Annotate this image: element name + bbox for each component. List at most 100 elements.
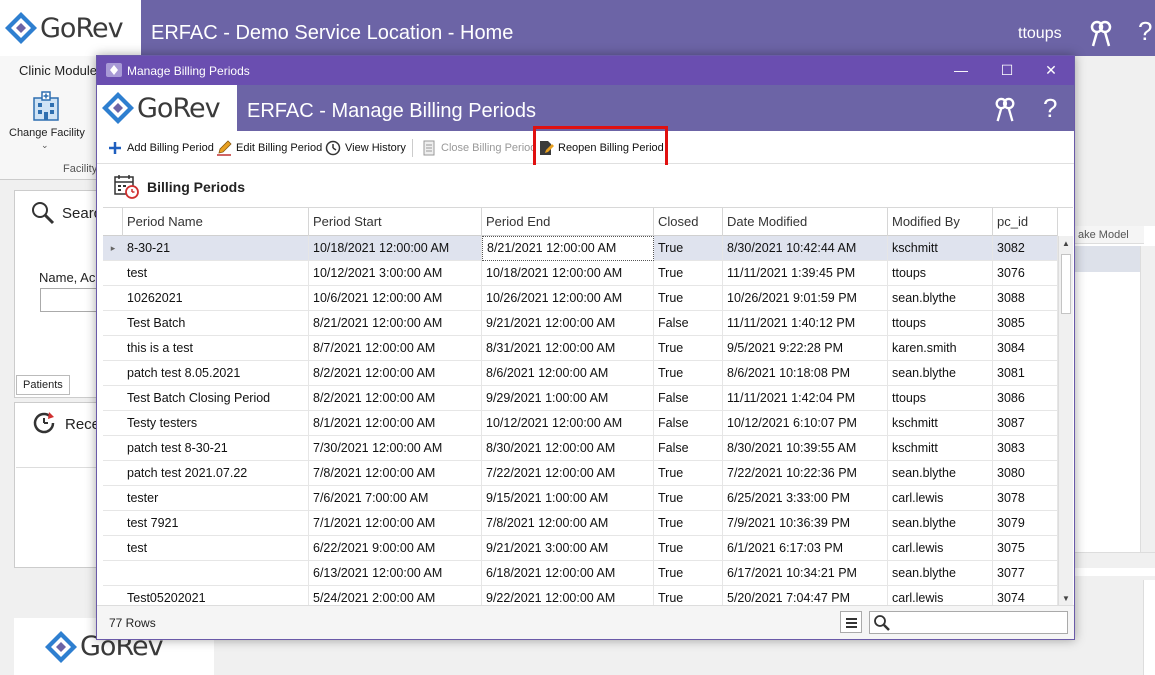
close-billing-period-button[interactable]: Close Billing Period	[421, 138, 536, 158]
table-row[interactable]: Test Batch 8/21/2021 12:00:00 AM 9/21/2021…	[103, 311, 1058, 336]
row-indicator[interactable]	[103, 361, 123, 386]
hamburger-menu-icon[interactable]	[840, 611, 862, 633]
cell-date-modified[interactable]: 10/26/2021 9:01:59 PM	[723, 286, 888, 311]
cell-pc-id[interactable]: 3085	[993, 311, 1058, 336]
cell-period-start[interactable]: 7/6/2021 7:00:00 AM	[309, 486, 482, 511]
cell-date-modified[interactable]: 10/12/2021 6:10:07 PM	[723, 411, 888, 436]
cell-period-start[interactable]: 8/1/2021 12:00:00 AM	[309, 411, 482, 436]
close-button[interactable]: ✕	[1028, 56, 1074, 85]
column-header-period-start[interactable]: Period Start	[309, 208, 482, 236]
cell-modified-by[interactable]: sean.blythe	[888, 286, 993, 311]
cell-modified-by[interactable]: sean.blythe	[888, 511, 993, 536]
cell-modified-by[interactable]: carl.lewis	[888, 536, 993, 561]
row-indicator[interactable]	[103, 436, 123, 461]
table-row[interactable]: patch test 8-30-21 7/30/2021 12:00:00 AM 8…	[103, 436, 1058, 461]
cell-pc-id[interactable]: 3075	[993, 536, 1058, 561]
column-header-period-end[interactable]: Period End	[482, 208, 654, 236]
cell-pc-id[interactable]: 3079	[993, 511, 1058, 536]
table-row[interactable]: tester 7/6/2021 7:00:00 AM 9/15/2021 1:00:…	[103, 486, 1058, 511]
cell-closed[interactable]: True	[654, 236, 723, 261]
cell-modified-by[interactable]: ttoups	[888, 386, 993, 411]
cell-period-name[interactable]: 10262021	[123, 286, 309, 311]
cell-period-end[interactable]: 8/31/2021 12:00:00 AM	[482, 336, 654, 361]
cell-period-start[interactable]: 7/8/2021 12:00:00 AM	[309, 461, 482, 486]
user-name[interactable]: ttoups	[1018, 25, 1062, 43]
row-indicator[interactable]	[103, 461, 123, 486]
ribbon-tab-clinic-module[interactable]: Clinic Module	[19, 63, 97, 78]
cell-period-name[interactable]	[123, 561, 309, 586]
row-indicator[interactable]	[103, 386, 123, 411]
cell-pc-id[interactable]: 3081	[993, 361, 1058, 386]
row-indicator-arrow-icon[interactable]: ▸	[103, 236, 123, 261]
cell-period-name[interactable]: patch test 8.05.2021	[123, 361, 309, 386]
cell-period-end[interactable]: 9/21/2021 12:00:00 AM	[482, 311, 654, 336]
cell-period-start[interactable]: 10/12/2021 3:00:00 AM	[309, 261, 482, 286]
column-header-pc-id[interactable]: pc_id	[993, 208, 1058, 236]
cell-modified-by[interactable]: kschmitt	[888, 236, 993, 261]
cell-period-start[interactable]: 8/2/2021 12:00:00 AM	[309, 361, 482, 386]
cell-period-end[interactable]: 9/15/2021 1:00:00 AM	[482, 486, 654, 511]
cell-closed[interactable]: True	[654, 536, 723, 561]
cell-closed[interactable]: True	[654, 511, 723, 536]
table-row[interactable]: Test Batch Closing Period 8/2/2021 12:00:…	[103, 386, 1058, 411]
cell-period-end[interactable]: 8/6/2021 12:00:00 AM	[482, 361, 654, 386]
cell-closed[interactable]: True	[654, 336, 723, 361]
help-button[interactable]: ?	[1138, 16, 1152, 47]
row-indicator[interactable]	[103, 261, 123, 286]
background-selected-row[interactable]	[1074, 246, 1144, 272]
help-button[interactable]: ?	[1043, 93, 1057, 124]
cell-date-modified[interactable]: 6/17/2021 10:34:21 PM	[723, 561, 888, 586]
cell-date-modified[interactable]: 8/6/2021 10:18:08 PM	[723, 361, 888, 386]
cell-period-start[interactable]: 10/18/2021 12:00:00 AM	[309, 236, 482, 261]
cell-date-modified[interactable]: 11/11/2021 1:39:45 PM	[723, 261, 888, 286]
cell-closed[interactable]: True	[654, 286, 723, 311]
cell-pc-id[interactable]: 3088	[993, 286, 1058, 311]
cell-period-end[interactable]: 10/26/2021 12:00:00 AM	[482, 286, 654, 311]
hospital-icon[interactable]	[30, 90, 62, 122]
table-row[interactable]: patch test 2021.07.22 7/8/2021 12:00:00 A…	[103, 461, 1058, 486]
cell-date-modified[interactable]: 6/25/2021 3:33:00 PM	[723, 486, 888, 511]
cell-period-name[interactable]: Testy testers	[123, 411, 309, 436]
cell-pc-id[interactable]: 3087	[993, 411, 1058, 436]
cell-pc-id[interactable]: 3078	[993, 486, 1058, 511]
cell-period-start[interactable]: 7/30/2021 12:00:00 AM	[309, 436, 482, 461]
cell-closed[interactable]: True	[654, 461, 723, 486]
cell-modified-by[interactable]: sean.blythe	[888, 361, 993, 386]
grid-search-input[interactable]	[892, 614, 1064, 631]
table-row[interactable]: test 10/12/2021 3:00:00 AM 10/18/2021 12:0…	[103, 261, 1058, 286]
cell-period-name[interactable]: test 7921	[123, 511, 309, 536]
cell-period-start[interactable]: 10/6/2021 12:00:00 AM	[309, 286, 482, 311]
cell-period-end[interactable]: 8/30/2021 12:00:00 AM	[482, 436, 654, 461]
cell-date-modified[interactable]: 11/11/2021 1:40:12 PM	[723, 311, 888, 336]
row-indicator[interactable]	[103, 486, 123, 511]
chevron-down-icon[interactable]: ⌄	[41, 140, 49, 151]
table-row[interactable]: test 6/22/2021 9:00:00 AM 9/21/2021 3:00:0…	[103, 536, 1058, 561]
cell-period-end[interactable]: 9/22/2021 12:00:00 AM	[482, 586, 654, 605]
cell-period-end[interactable]: 10/18/2021 12:00:00 AM	[482, 261, 654, 286]
cell-period-start[interactable]: 7/1/2021 12:00:00 AM	[309, 511, 482, 536]
cell-period-name[interactable]: 8-30-21	[123, 236, 309, 261]
cell-pc-id[interactable]: 3076	[993, 261, 1058, 286]
row-indicator[interactable]	[103, 311, 123, 336]
cell-period-start[interactable]: 6/22/2021 9:00:00 AM	[309, 536, 482, 561]
cell-period-end[interactable]: 9/29/2021 1:00:00 AM	[482, 386, 654, 411]
cell-period-name[interactable]: patch test 2021.07.22	[123, 461, 309, 486]
background-column-header[interactable]: ake Model	[1074, 226, 1144, 244]
table-row[interactable]: Testy testers 8/1/2021 12:00:00 AM 10/12/2…	[103, 411, 1058, 436]
view-history-button[interactable]: View History	[325, 138, 406, 158]
table-row[interactable]: ▸ 8-30-21 10/18/2021 12:00:00 AM 8/21/2021 …	[103, 236, 1058, 261]
background-vertical-scrollbar[interactable]	[1140, 246, 1155, 552]
column-header-period-name[interactable]: Period Name	[123, 208, 309, 236]
cell-modified-by[interactable]: sean.blythe	[888, 461, 993, 486]
cell-period-end[interactable]: 7/22/2021 12:00:00 AM	[482, 461, 654, 486]
cell-modified-by[interactable]: ttoups	[888, 311, 993, 336]
cell-period-name[interactable]: Test Batch Closing Period	[123, 386, 309, 411]
cell-pc-id[interactable]: 3083	[993, 436, 1058, 461]
cell-pc-id[interactable]: 3080	[993, 461, 1058, 486]
cell-pc-id[interactable]: 3086	[993, 386, 1058, 411]
table-row[interactable]: 10262021 10/6/2021 12:00:00 AM 10/26/2021 …	[103, 286, 1058, 311]
cell-date-modified[interactable]: 7/9/2021 10:36:39 PM	[723, 511, 888, 536]
row-indicator[interactable]	[103, 411, 123, 436]
table-row[interactable]: 6/13/2021 12:00:00 AM 6/18/2021 12:00:00 …	[103, 561, 1058, 586]
cell-pc-id[interactable]: 3074	[993, 586, 1058, 605]
